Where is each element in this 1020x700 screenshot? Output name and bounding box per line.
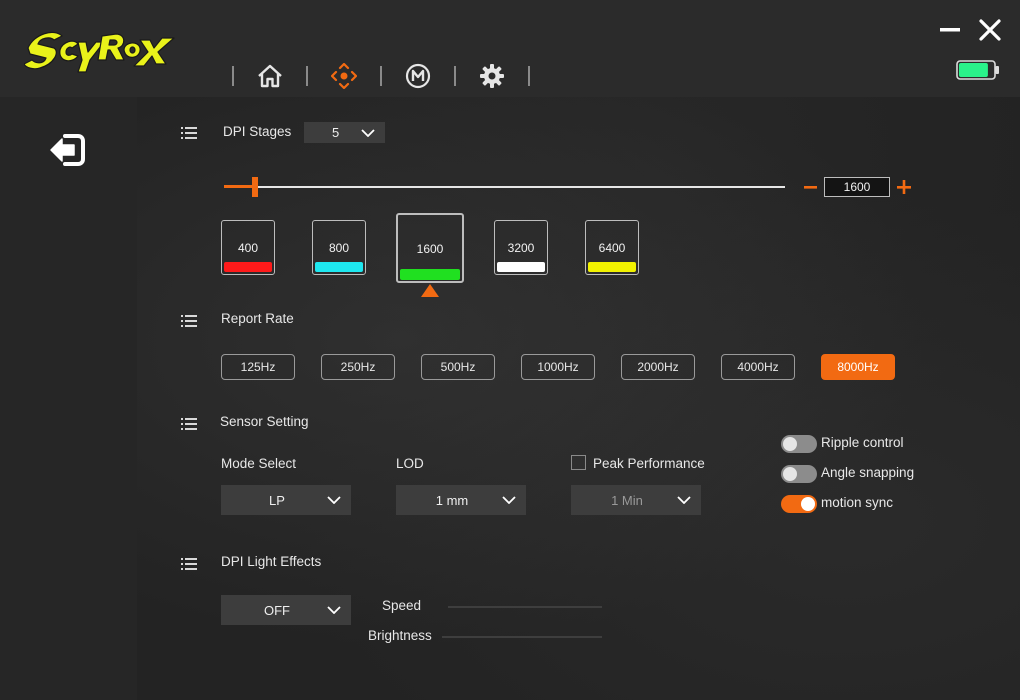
report-rate-option[interactable]: 250Hz [321,354,395,380]
lod-value: 1 mm [435,492,469,508]
dpi-decrease-button[interactable] [802,178,820,196]
dpi-stage-card[interactable]: 3200 [494,220,548,275]
main-nav [222,60,540,92]
toggle-knob [801,497,815,511]
battery-indicator [956,59,1000,81]
list-icon [181,558,197,570]
lod-label: LOD [396,456,424,471]
report-rate-option[interactable]: 500Hz [421,354,495,380]
dpi-stage-value: 3200 [507,241,535,255]
mode-select-dropdown[interactable]: LP [221,485,351,515]
peak-performance-label: Peak Performance [593,456,705,471]
nav-separator [306,66,308,86]
dpi-stage-count-value: 5 [332,125,340,140]
gear-icon [480,64,504,88]
motion-sync-toggle[interactable] [781,495,817,513]
nav-separator [232,66,234,86]
close-button[interactable] [978,18,1002,42]
nav-home[interactable] [244,60,296,92]
report-rate-option[interactable]: 4000Hz [721,354,795,380]
dpi-light-effects-title: DPI Light Effects [221,554,322,569]
sensor-setting-title: Sensor Setting [220,414,309,429]
peak-performance-checkbox[interactable] [571,455,586,470]
chevron-down-icon [677,496,691,504]
dpi-stage-value: 400 [237,241,259,255]
dpi-stages-title: DPI Stages [223,124,292,139]
mode-select-label: Mode Select [221,456,297,471]
nav-separator [454,66,456,86]
toggle-knob [783,437,797,451]
speed-label: Speed [382,598,422,613]
report-rate-option[interactable]: 1000Hz [521,354,595,380]
dpi-stage-card[interactable]: 400 [221,220,275,275]
speed-slider[interactable] [448,606,602,608]
dpi-increase-button[interactable] [895,178,913,196]
angle-snapping-label: Angle snapping [821,465,915,480]
dpi-slider-track[interactable] [224,186,785,188]
crosshair-icon [331,63,357,89]
lod-dropdown[interactable]: 1 mm [396,485,526,515]
mode-select-value: LP [269,492,285,508]
dpi-stage-color-bar [224,262,272,272]
report-rate-title: Report Rate [221,311,294,326]
home-icon [258,64,282,88]
list-icon [181,315,197,327]
report-rate-option[interactable]: 8000Hz [821,354,895,380]
brightness-label: Brightness [368,628,432,643]
list-icon [181,127,197,139]
nav-dpi[interactable] [318,60,370,92]
selected-stage-marker [421,284,439,297]
minimize-button[interactable] [938,18,962,42]
chevron-down-icon [361,128,375,137]
toggle-knob [783,467,797,481]
sidebar [0,97,137,700]
peak-performance-dropdown[interactable]: 1 Min [571,485,701,515]
motion-sync-label: motion sync [821,495,894,510]
nav-settings[interactable] [466,60,518,92]
light-effect-value: OFF [264,602,290,618]
macro-m-icon [405,63,431,89]
dpi-stage-value: 800 [328,241,350,255]
back-button[interactable] [47,132,87,168]
ripple-control-label: Ripple control [821,435,904,450]
nav-separator [380,66,382,86]
dpi-slider-fill [224,185,255,188]
dpi-stage-card[interactable]: 6400 [585,220,639,275]
minus-icon [804,186,817,189]
report-rate-option[interactable]: 125Hz [221,354,295,380]
dpi-stage-card[interactable]: 800 [312,220,366,275]
brand-logo [23,20,176,78]
dpi-stage-card-selected[interactable]: 1600 [396,213,464,283]
nav-macro[interactable] [392,60,444,92]
angle-snapping-toggle[interactable] [781,465,817,483]
dpi-slider-thumb[interactable] [251,177,258,197]
dpi-stage-color-bar [588,262,636,272]
ripple-control-toggle[interactable] [781,435,817,453]
dpi-stage-color-bar [497,262,545,272]
dpi-value-input[interactable]: 1600 [824,177,890,197]
brightness-slider[interactable] [442,636,602,638]
chevron-down-icon [327,606,341,614]
dpi-stage-value: 1600 [416,242,444,256]
battery-icon [956,60,999,80]
nav-separator [528,66,530,86]
title-bar [0,0,1020,97]
close-icon [979,19,1001,41]
dpi-stage-value: 6400 [598,241,626,255]
report-rate-option[interactable]: 2000Hz [621,354,695,380]
plus-icon [897,180,911,194]
dpi-stage-color-bar [315,262,363,272]
exit-arrow-icon [50,134,85,166]
dpi-stage-count-select[interactable]: 5 [304,122,385,143]
minimize-icon [940,28,960,32]
chevron-down-icon [502,496,516,504]
peak-performance-value: 1 Min [611,492,643,508]
light-effect-dropdown[interactable]: OFF [221,595,351,625]
dpi-stage-color-bar [400,269,460,280]
list-icon [181,418,197,430]
chevron-down-icon [327,496,341,504]
